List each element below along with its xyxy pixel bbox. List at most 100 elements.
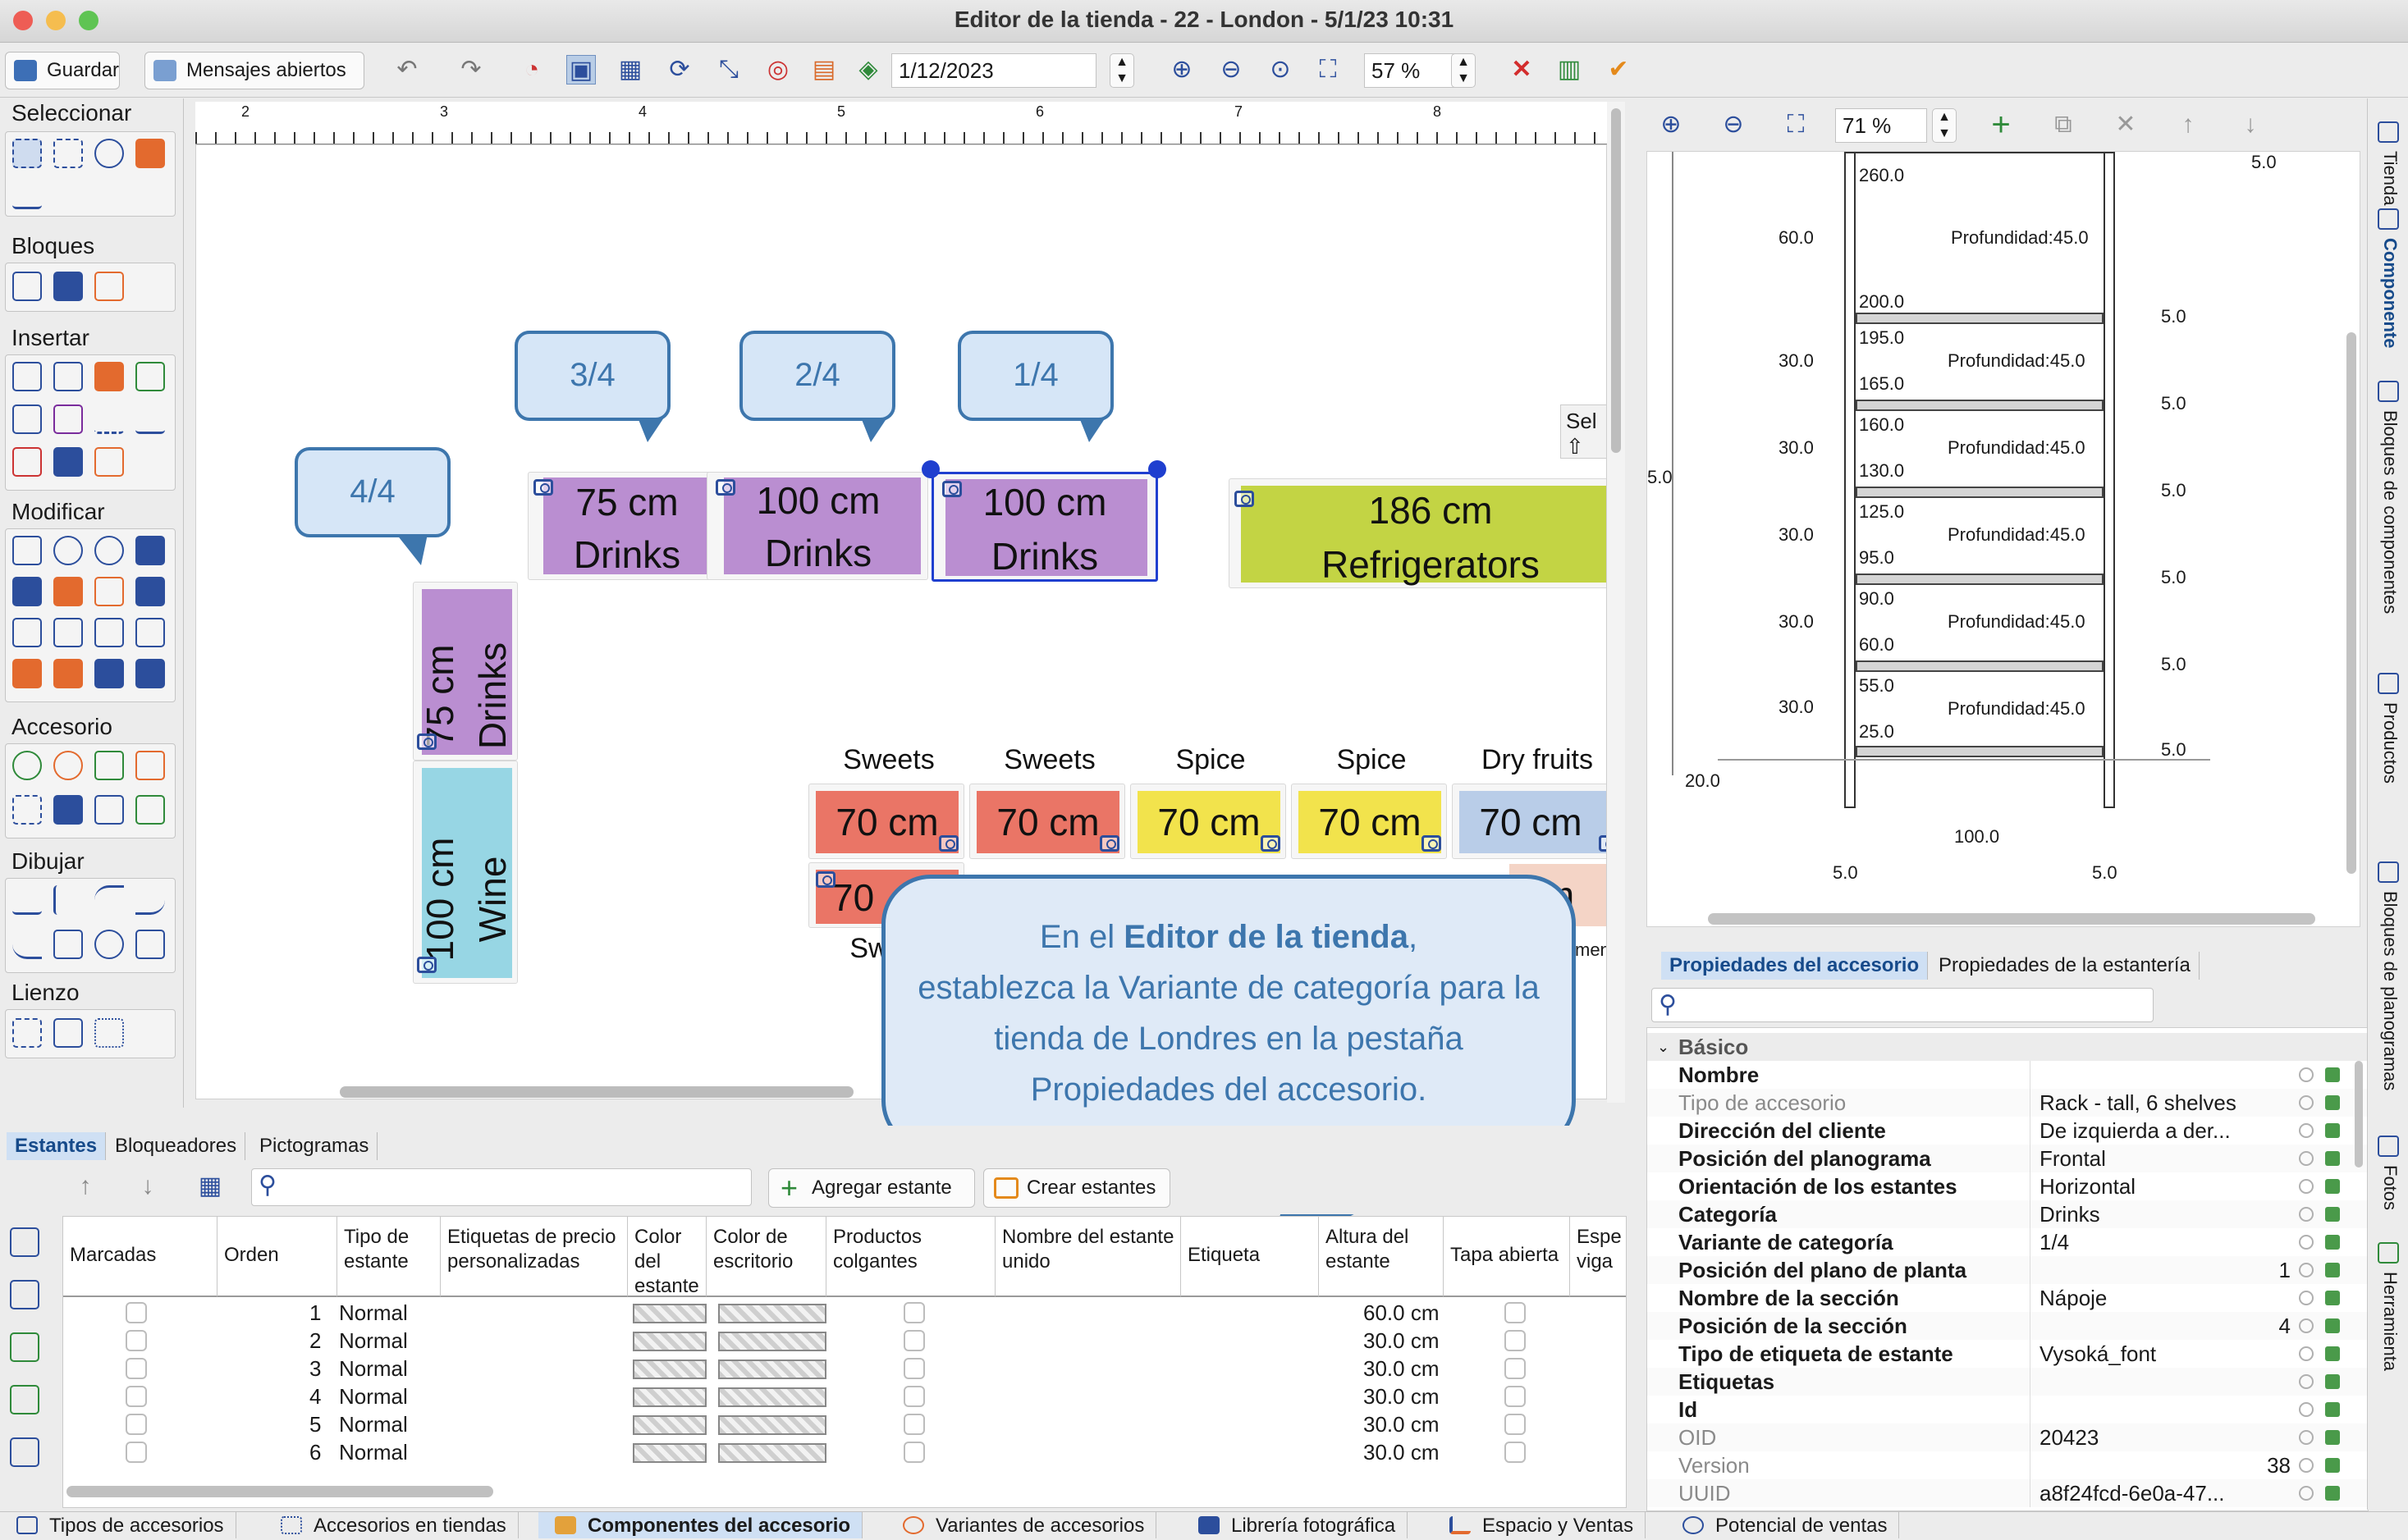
redo-icon[interactable]: ↷ (456, 55, 486, 85)
table-row[interactable]: 6 Normal 30.0 cm (63, 1438, 1626, 1466)
canvas-horizontal-scroll-thumb[interactable] (340, 1086, 854, 1098)
drawing-horizontal-scrollbar[interactable] (1708, 913, 2315, 925)
table-row[interactable]: 3 Normal 30.0 cm (63, 1355, 1626, 1382)
property-row[interactable]: Variante de categoría 1/4 (1647, 1228, 2368, 1256)
duplicate-icon[interactable]: ⧉ (2049, 110, 2078, 139)
date-stepper[interactable]: ▲ ▼ (1110, 53, 1134, 88)
help-icon[interactable] (10, 1280, 39, 1309)
fit-page-icon[interactable]: ⛶ (1313, 55, 1343, 85)
layout-view-icon[interactable]: ▣ (566, 55, 596, 85)
layer-select-icon[interactable] (135, 139, 165, 168)
zoom-in-icon[interactable]: ⊕ (1167, 55, 1197, 85)
property-search-input[interactable]: ⚲ (1651, 988, 2154, 1022)
zoom-field[interactable]: 57 % (1364, 53, 1463, 88)
zoom-out-icon[interactable]: ⊖ (1719, 110, 1748, 139)
tab-fixtures-in-stores[interactable]: Accesorios en tiendas (264, 1512, 519, 1538)
marked-checkbox[interactable] (126, 1358, 147, 1379)
zoom-in-icon[interactable]: ⊕ (1656, 110, 1686, 139)
property-value[interactable]: Vysoká_font (2039, 1340, 2156, 1368)
property-value[interactable]: a8f24fcd-6e0a-47... (2039, 1479, 2225, 1507)
select-arrow-icon[interactable] (12, 139, 42, 168)
property-row[interactable]: Id (1647, 1396, 2368, 1423)
hanging-checkbox[interactable] (904, 1414, 925, 1435)
selection-handle[interactable] (922, 460, 940, 478)
insert-fixture-icon[interactable] (12, 362, 42, 391)
selection-handle[interactable] (1148, 460, 1166, 478)
fixture-wine-100-vertical[interactable]: 100 cm Wine (413, 761, 518, 984)
reset-icon[interactable] (2299, 1486, 2314, 1501)
fixture-sweets-70[interactable]: 70 cm (808, 784, 964, 859)
move-down-icon[interactable]: ↓ (133, 1172, 163, 1201)
draw-curve-icon[interactable] (135, 885, 165, 915)
column-header[interactable]: Color del estante (628, 1217, 707, 1297)
open-lid-checkbox[interactable] (1504, 1302, 1526, 1323)
desk-color-swatch[interactable] (718, 1332, 826, 1351)
fixture-drinks-75[interactable]: 75 cm Drinks (528, 472, 725, 580)
shelf-search-input[interactable]: ⚲ (251, 1168, 752, 1206)
check-icon[interactable]: ✔ (1604, 55, 1633, 85)
snap-right-icon[interactable] (94, 618, 124, 647)
draw-line-icon[interactable] (12, 885, 42, 915)
inherit-icon[interactable] (2325, 1179, 2340, 1194)
tab-fixture-properties[interactable]: Propiedades del accesorio (1661, 952, 1929, 980)
reset-icon[interactable] (2299, 1402, 2314, 1417)
fixture-dry-fruits-70[interactable]: 70 cm (1452, 784, 1606, 859)
shelf-color-swatch[interactable] (633, 1415, 707, 1435)
column-header[interactable]: Tipo de estante (337, 1217, 441, 1297)
move-up-icon[interactable]: ↑ (71, 1172, 100, 1201)
fixture-spice-70[interactable]: 70 cm (1130, 784, 1286, 859)
block-group-icon[interactable] (12, 272, 42, 301)
property-value[interactable]: Frontal (2039, 1145, 2106, 1172)
desk-color-swatch[interactable] (718, 1443, 826, 1463)
column-header[interactable]: Orden (217, 1217, 337, 1297)
fixture-sync-icon[interactable] (53, 751, 83, 780)
inherit-icon[interactable] (2325, 1486, 2340, 1501)
inherit-icon[interactable] (2325, 1067, 2340, 1082)
property-value[interactable]: Rack - tall, 6 shelves (2039, 1089, 2236, 1117)
tab-pictograms[interactable]: Pictogramas (251, 1132, 378, 1160)
property-value[interactable]: De izquierda a der... (2039, 1117, 2231, 1145)
reset-icon[interactable] (2299, 1430, 2314, 1445)
tab-fixture-variants[interactable]: Variantes de accesorios (886, 1512, 1157, 1538)
date-field[interactable]: 1/12/2023 (891, 53, 1096, 88)
reset-icon[interactable] (2299, 1095, 2314, 1110)
fixture-people-icon[interactable] (12, 751, 42, 780)
timer-icon[interactable]: ◔ (517, 55, 547, 85)
shelf-color-swatch[interactable] (633, 1387, 707, 1407)
property-row[interactable]: Nombre (1647, 1061, 2368, 1089)
insert-pdf-icon[interactable] (12, 447, 42, 477)
move-down-icon[interactable]: ↓ (2236, 110, 2265, 139)
open-lid-checkbox[interactable] (1504, 1358, 1526, 1379)
property-value[interactable]: Drinks (2039, 1200, 2100, 1228)
draw-arc-icon[interactable] (94, 885, 124, 915)
hanging-checkbox[interactable] (904, 1302, 925, 1323)
open-lid-checkbox[interactable] (1504, 1442, 1526, 1463)
open-lid-checkbox[interactable] (1504, 1330, 1526, 1351)
camera-icon[interactable] (1234, 491, 1254, 507)
property-row[interactable]: Posición del planograma Frontal (1647, 1145, 2368, 1172)
property-row[interactable]: OID 20423 (1647, 1423, 2368, 1451)
canvas-snap-icon[interactable] (94, 1018, 124, 1048)
property-row[interactable]: Posición de la sección 4 (1647, 1312, 2368, 1340)
tab-photo-library[interactable]: Librería fotográfica (1182, 1512, 1408, 1538)
bring-front-icon[interactable] (94, 659, 124, 688)
table-row[interactable]: 5 Normal 30.0 cm (63, 1410, 1626, 1438)
shelf-color-swatch[interactable] (633, 1443, 707, 1463)
property-row[interactable]: Tipo de etiqueta de estante Vysoká_font (1647, 1340, 2368, 1368)
hanging-checkbox[interactable] (904, 1442, 925, 1463)
hanging-checkbox[interactable] (904, 1386, 925, 1407)
delete-icon[interactable]: ✕ (1507, 55, 1536, 85)
property-value[interactable]: 4 (2279, 1312, 2291, 1340)
fixture-text-icon[interactable] (94, 751, 124, 780)
report-icon[interactable]: ▥ (1554, 55, 1584, 85)
desk-color-swatch[interactable] (718, 1304, 826, 1323)
import-excel-icon[interactable] (10, 1385, 39, 1414)
tab-sales-potential[interactable]: Potencial de ventas (1666, 1512, 1900, 1538)
column-header[interactable]: Altura del estante (1319, 1217, 1444, 1297)
snap-left-icon[interactable] (12, 618, 42, 647)
property-row[interactable]: UUID a8f24fcd-6e0a-47... (1647, 1479, 2368, 1507)
property-value[interactable]: 1 (2279, 1256, 2291, 1284)
inherit-icon[interactable] (2325, 1291, 2340, 1305)
side-tab[interactable]: Componente (2379, 238, 2401, 348)
align-center-icon[interactable] (12, 577, 42, 606)
